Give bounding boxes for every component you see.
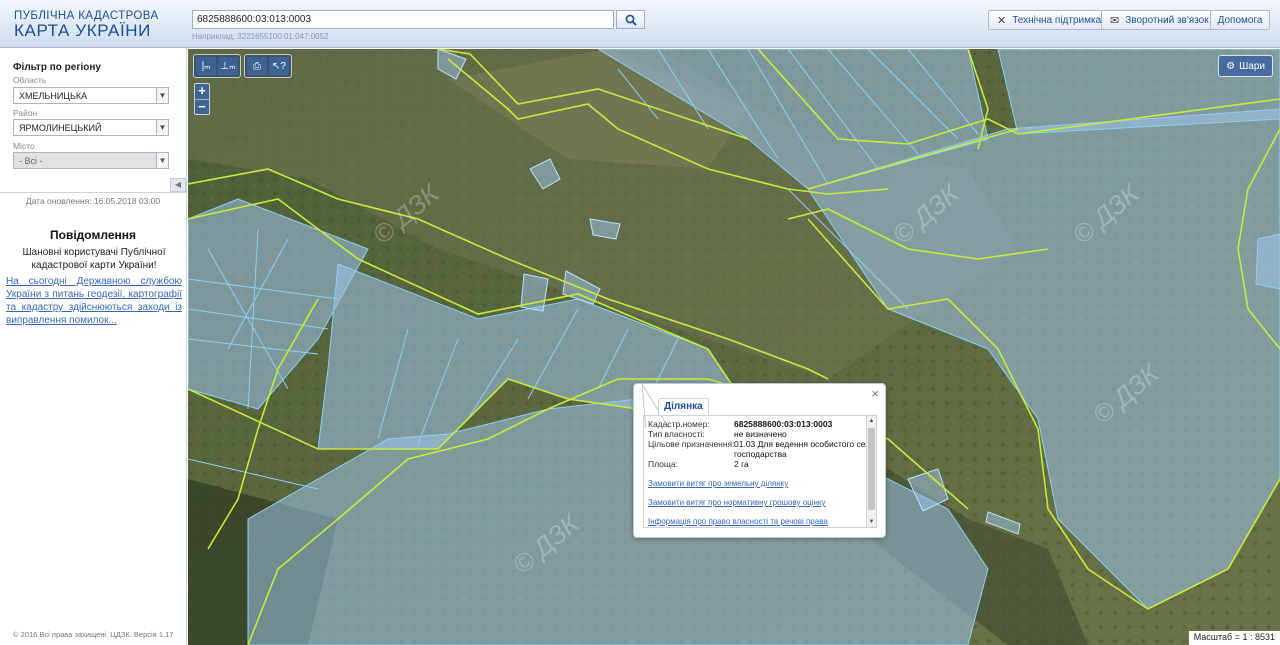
- city-label: Місто: [13, 141, 35, 151]
- search-bar: Наприклад: 3221655100:01:047:0052: [192, 10, 645, 41]
- app-logo[interactable]: ПУБЛІЧНА КАДАСТРОВА КАРТА УКРАЇНИ: [14, 10, 159, 39]
- detail-key: Площа:: [648, 459, 678, 469]
- parcel-details: Кадастр.номер: 6825888600:03:013:0003 Ти…: [643, 415, 877, 528]
- cadastral-search-input[interactable]: [192, 10, 614, 29]
- detail-key: Тип власності:: [648, 429, 705, 439]
- filter-title: Фільтр по регіону: [13, 62, 101, 73]
- sidebar: Фільтр по регіону Область ХМЕЛЬНИЦЬКА ▼ …: [0, 49, 187, 645]
- copyright: © 2016 Всі права захищені. ЦДЗК. Версія …: [13, 630, 174, 639]
- identify-button[interactable]: ↖?: [269, 57, 289, 75]
- support-button[interactable]: ✕ Технічна підтримка: [988, 10, 1111, 30]
- cursor-question-icon: ↖?: [272, 60, 286, 72]
- detail-value: 01.03 Для ведення особистого селянського…: [734, 439, 876, 459]
- chevron-down-icon: ▼: [156, 120, 168, 135]
- region-filter-panel: Фільтр по регіону Область ХМЕЛЬНИЦЬКА ▼ …: [0, 49, 186, 193]
- order-parcel-extract-link[interactable]: Замовити витяг про земельну ділянку: [648, 479, 788, 488]
- zoom-control: + −: [194, 83, 210, 115]
- support-button-label: Технічна підтримка: [1012, 14, 1102, 26]
- measure-distance-button[interactable]: |ₘ: [196, 57, 216, 75]
- feedback-button-label: Зворотний зв'язок: [1125, 14, 1209, 26]
- map-canvas[interactable]: © ДЗК © ДЗК © ДЗК © ДЗК © ДЗК |ₘ ⊥ₘ ⎙ ↖?…: [188, 49, 1280, 645]
- district-select[interactable]: ЯРМОЛИНЕЦЬКИЙ ▼: [13, 119, 169, 136]
- layers-button[interactable]: ⚙ Шари: [1218, 55, 1273, 77]
- scrollbar-thumb[interactable]: [868, 428, 875, 510]
- search-hint: Наприклад: 3221655100:01:047:0052: [192, 32, 329, 41]
- region-select[interactable]: ХМЕЛЬНИЦЬКА ▼: [13, 87, 169, 104]
- satellite-imagery: [188, 49, 1280, 645]
- chevron-left-icon: ◀: [174, 180, 182, 189]
- detail-value: не визначено: [734, 429, 787, 439]
- area-icon: ⊥ₘ: [220, 60, 236, 72]
- envelope-icon: ✉: [1110, 14, 1120, 27]
- detail-key: Цільове призначення:: [648, 439, 735, 449]
- notice-link[interactable]: На сьогодні Державною службою України з …: [6, 275, 182, 327]
- notice-title: Повідомлення: [50, 228, 136, 242]
- search-button[interactable]: [616, 10, 645, 29]
- region-select-value: ХМЕЛЬНИЦЬКА: [19, 91, 88, 101]
- measure-area-button[interactable]: ⊥ₘ: [218, 57, 238, 75]
- notice-text: Шановні користувачі Публічної кадастрово…: [22, 247, 166, 271]
- search-icon: [625, 14, 637, 26]
- header: ПУБЛІЧНА КАДАСТРОВА КАРТА УКРАЇНИ Наприк…: [0, 0, 1280, 48]
- measure-tools: |ₘ ⊥ₘ: [193, 54, 241, 78]
- region-label: Область: [13, 75, 47, 85]
- ruler-icon: |ₘ: [201, 60, 211, 72]
- chevron-down-icon[interactable]: ▼: [867, 517, 876, 527]
- scale-indicator: Масштаб = 1 : 8531: [1188, 631, 1280, 645]
- layers-button-label: Шари: [1239, 60, 1265, 72]
- tools-icon: ✕: [997, 14, 1007, 27]
- chevron-down-icon: ▼: [156, 153, 168, 168]
- misc-tools: ⎙ ↖?: [244, 54, 292, 78]
- update-date: Дата оновлення: 16.05.2018 03:00: [25, 196, 161, 206]
- gear-icon: ⚙: [1226, 60, 1236, 72]
- print-button[interactable]: ⎙: [247, 57, 267, 75]
- help-button-label: Допомога: [1217, 14, 1263, 26]
- tab-parcel[interactable]: Ділянка: [658, 398, 709, 415]
- order-valuation-extract-link[interactable]: Замовити витяг про нормативну грошову оц…: [648, 498, 826, 507]
- detail-value: 6825888600:03:013:0003: [734, 419, 833, 429]
- printer-icon: ⎙: [253, 60, 261, 72]
- close-icon[interactable]: ×: [871, 386, 879, 401]
- detail-value: 2 га: [734, 459, 749, 469]
- feedback-button[interactable]: ✉ Зворотний зв'язок: [1101, 10, 1218, 30]
- ownership-info-link[interactable]: Інформація про право власності та речові…: [648, 517, 828, 526]
- detail-key: Кадастр.номер:: [648, 419, 710, 429]
- chevron-up-icon[interactable]: ▲: [867, 416, 876, 426]
- map-toolbar: |ₘ ⊥ₘ ⎙ ↖?: [193, 54, 292, 78]
- district-select-value: ЯРМОЛИНЕЦЬКИЙ: [19, 123, 102, 133]
- zoom-out-button[interactable]: −: [195, 99, 209, 114]
- chevron-down-icon: ▼: [156, 88, 168, 103]
- city-select-value: - Всі -: [19, 156, 43, 166]
- zoom-in-button[interactable]: +: [195, 84, 209, 99]
- help-button[interactable]: Допомога: [1210, 10, 1270, 30]
- district-label: Район: [13, 108, 38, 118]
- popup-scrollbar[interactable]: ▲ ▼: [866, 416, 876, 527]
- logo-line-2: КАРТА УКРАЇНИ: [14, 21, 151, 40]
- city-select[interactable]: - Всі - ▼: [13, 152, 169, 169]
- collapse-panel-button[interactable]: ◀: [170, 178, 186, 192]
- parcel-info-popup: × Ділянка Кадастр.номер: 6825888600:03:0…: [633, 383, 886, 538]
